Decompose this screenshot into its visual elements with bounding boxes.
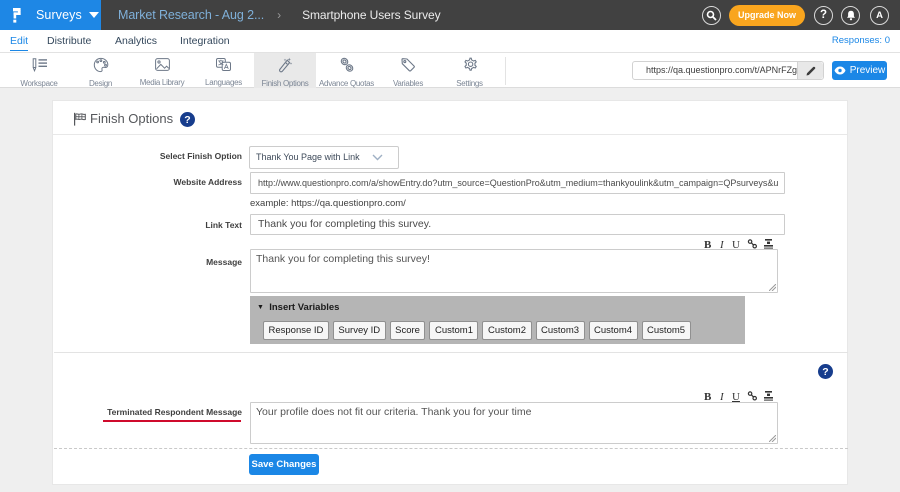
svg-text:U: U bbox=[732, 391, 740, 402]
svg-text:B: B bbox=[704, 391, 712, 402]
svg-text:I: I bbox=[719, 391, 725, 402]
